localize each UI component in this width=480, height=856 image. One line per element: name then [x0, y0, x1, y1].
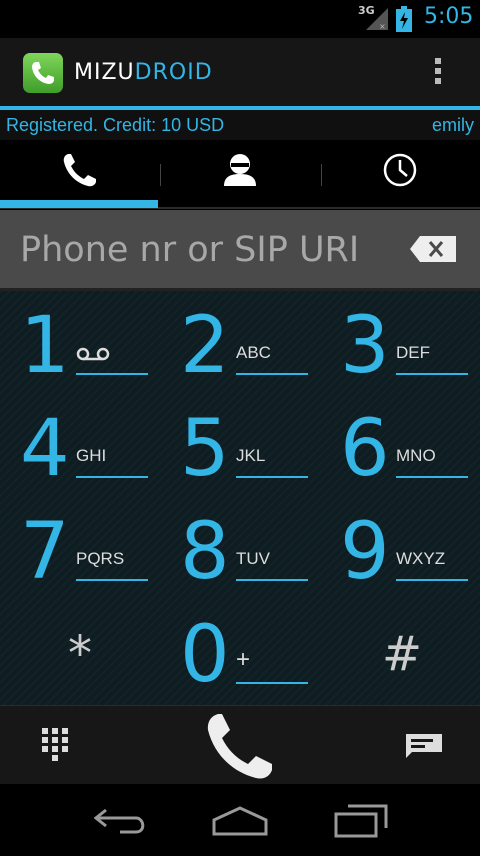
tab-contacts[interactable] — [160, 140, 320, 210]
key-letters: GHI — [76, 446, 107, 465]
key-underline — [396, 476, 468, 478]
key-digit: 0 — [180, 610, 230, 700]
app-logo-icon — [23, 53, 63, 93]
registration-status: Registered. Credit: 10 USD — [6, 115, 225, 135]
key-underline — [76, 476, 148, 478]
key-letters: WXYZ — [396, 549, 446, 568]
key-4[interactable]: 4 GHI — [8, 396, 168, 499]
key-digit: 9 — [340, 507, 390, 597]
key-letters: + — [236, 646, 251, 673]
app-title-part1: MIZU — [74, 60, 135, 85]
key-2[interactable]: 2 ABC — [168, 293, 328, 396]
phone-number-input[interactable] — [20, 228, 400, 272]
key-letters: MNO — [396, 446, 436, 465]
key-8[interactable]: 8 TUV — [168, 499, 328, 602]
svg-text:×: × — [379, 22, 386, 30]
key-letters: TUV — [236, 549, 270, 568]
key-3[interactable]: 3 DEF — [328, 293, 480, 396]
contact-icon — [224, 154, 256, 186]
key-symbol: # — [381, 626, 423, 682]
signal-icon: × — [366, 8, 388, 30]
key-digit: 1 — [20, 301, 70, 391]
key-symbol: * — [68, 626, 92, 682]
back-icon[interactable] — [94, 806, 148, 836]
key-underline — [236, 373, 308, 375]
tab-selected-indicator — [0, 200, 158, 208]
key-5[interactable]: 5 JKL — [168, 396, 328, 499]
key-underline — [396, 579, 468, 581]
registration-bar: Registered. Credit: 10 USD emily — [0, 110, 480, 140]
status-bar: 3G × 5:05 — [0, 0, 480, 38]
app-title: MIZUDROID — [74, 60, 213, 85]
key-letters: DEF — [396, 343, 430, 362]
key-digit: 6 — [340, 404, 390, 494]
key-underline — [76, 373, 148, 375]
action-bar: MIZUDROID — [0, 38, 480, 106]
overflow-menu-icon[interactable] — [430, 58, 446, 92]
key-digit: 3 — [340, 301, 390, 391]
backspace-icon[interactable] — [410, 236, 456, 262]
key-digit: 7 — [20, 507, 70, 597]
key-underline — [396, 373, 468, 375]
battery-charging-icon — [396, 6, 412, 32]
key-digit: 8 — [180, 507, 230, 597]
key-1[interactable]: 1 — [8, 293, 168, 396]
key-7[interactable]: 7 PQRS — [8, 499, 168, 602]
recent-apps-icon[interactable] — [334, 804, 388, 838]
key-digit: 4 — [20, 404, 70, 494]
key-underline — [236, 476, 308, 478]
key-9[interactable]: 9 WXYZ — [328, 499, 480, 602]
key-hash[interactable]: # — [322, 602, 480, 705]
key-star[interactable]: * — [0, 602, 160, 705]
call-button-icon[interactable] — [204, 710, 276, 782]
key-underline — [236, 579, 308, 581]
key-underline — [236, 682, 308, 684]
phone-icon — [63, 154, 96, 187]
clock-icon — [383, 153, 417, 187]
number-input-bar — [0, 210, 480, 290]
voicemail-icon — [76, 347, 110, 361]
tab-call-log[interactable] — [320, 140, 480, 210]
key-letters: JKL — [236, 446, 266, 465]
key-0[interactable]: 0 + — [168, 602, 328, 705]
navigation-bar — [0, 784, 480, 856]
account-username[interactable]: emily — [432, 115, 474, 136]
home-icon[interactable] — [212, 806, 268, 836]
key-letters: PQRS — [76, 549, 125, 568]
message-icon[interactable] — [406, 734, 442, 758]
clock: 5:05 — [424, 4, 474, 29]
dialpad: 1 2 ABC 3 DEF 4 GHI 5 JKL 6 MNO 7 PQRS 8… — [0, 291, 480, 705]
app-title-part2: DROID — [134, 60, 213, 85]
key-6[interactable]: 6 MNO — [328, 396, 480, 499]
dialpad-toggle-icon[interactable] — [40, 728, 70, 762]
key-digit: 5 — [180, 404, 230, 494]
key-underline — [76, 579, 148, 581]
key-letters: ABC — [236, 343, 271, 362]
key-digit: 2 — [180, 301, 230, 391]
dialer-actions — [0, 705, 480, 784]
